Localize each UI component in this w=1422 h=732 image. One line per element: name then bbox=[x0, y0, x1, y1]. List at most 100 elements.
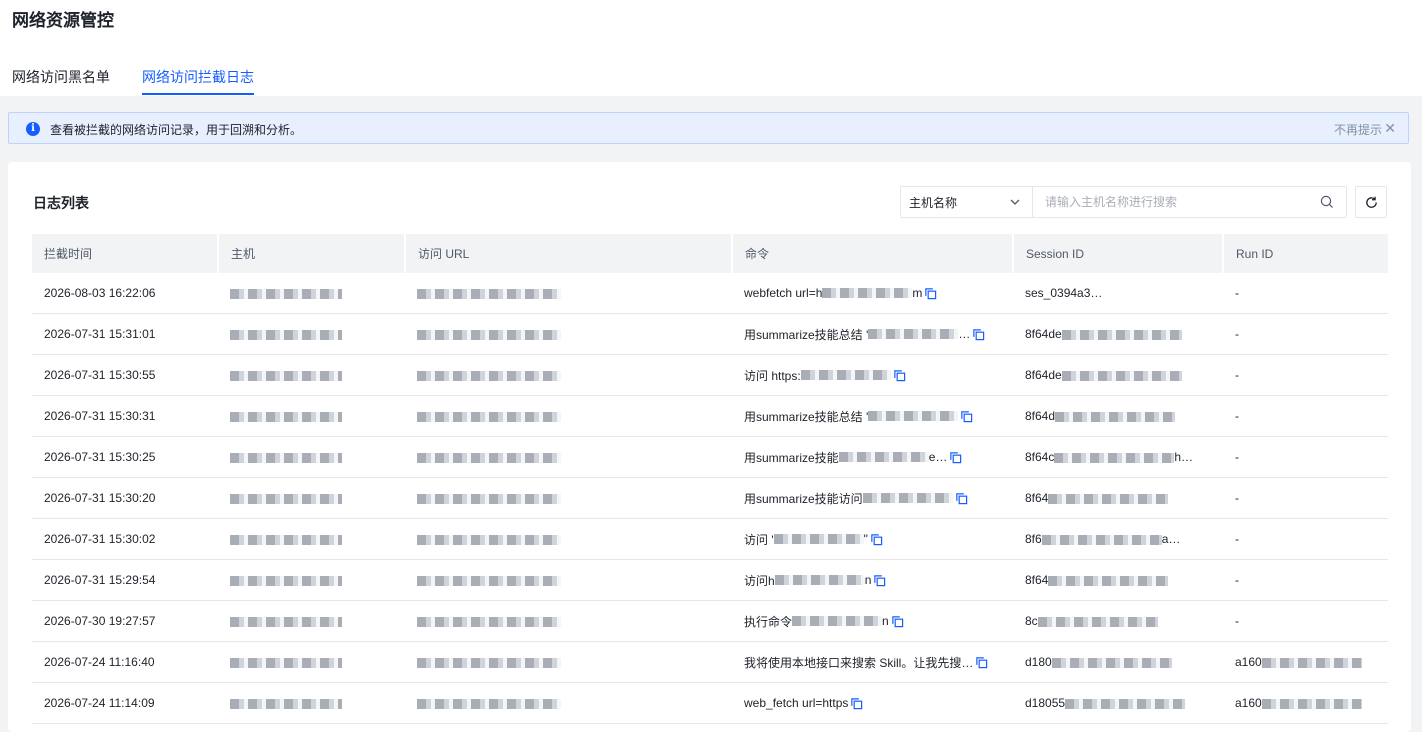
table-row: 2026-07-31 15:30:31 用summarize技能总结 ' 8f64d… bbox=[32, 395, 1388, 437]
dont-show-again-link[interactable]: 不再提示 bbox=[1334, 121, 1382, 138]
redacted-block bbox=[1261, 657, 1362, 668]
command-text: 访问 https: bbox=[744, 368, 801, 383]
command-cell: 访问h n bbox=[732, 559, 1013, 601]
run-id-text: - bbox=[1235, 286, 1239, 300]
command-cell: webfetch url=h m bbox=[732, 273, 1013, 314]
copy-icon[interactable] bbox=[893, 369, 906, 382]
copy-icon[interactable] bbox=[960, 410, 973, 423]
redacted-block bbox=[1037, 616, 1158, 627]
table-row: 2026-07-31 15:29:54 访问h n 8f64 - bbox=[32, 559, 1388, 601]
copy-icon[interactable] bbox=[924, 287, 937, 300]
column-header: Run ID bbox=[1223, 234, 1388, 273]
search-field-value: 主机名称 bbox=[909, 196, 958, 210]
redacted-block bbox=[417, 534, 561, 545]
host-cell bbox=[218, 600, 405, 642]
redacted-block bbox=[230, 657, 342, 668]
command-cell: 访问 https: bbox=[732, 354, 1013, 396]
run-id-text: - bbox=[1235, 450, 1239, 464]
session-id-tail: a… bbox=[1161, 532, 1181, 546]
card-title: 日志列表 bbox=[33, 195, 89, 211]
redacted-block bbox=[773, 534, 864, 544]
search-group: 主机名称 bbox=[900, 186, 1347, 218]
command-tail: e… bbox=[928, 450, 948, 464]
command-text: 用summarize技能 bbox=[744, 450, 839, 465]
column-header: Session ID bbox=[1013, 234, 1224, 273]
copy-icon[interactable] bbox=[870, 533, 883, 546]
refresh-button[interactable] bbox=[1355, 186, 1387, 218]
session-id-text: 8f64de bbox=[1025, 368, 1062, 382]
redacted-block bbox=[417, 329, 561, 340]
intercept-log-table: 拦截时间 主机 访问 URL 命令 Session ID Run ID 2026… bbox=[32, 234, 1388, 724]
session-id-cell: d18055 bbox=[1013, 682, 1223, 724]
copy-icon[interactable] bbox=[891, 615, 904, 628]
copy-icon[interactable] bbox=[949, 451, 962, 464]
command-text: 用summarize技能总结 ' bbox=[744, 409, 869, 424]
session-id-text: 8f6 bbox=[1025, 532, 1042, 546]
table-row: 2026-07-31 15:30:55 访问 https: 8f64de - bbox=[32, 354, 1388, 396]
command-text: 访问h bbox=[744, 573, 775, 588]
redacted-block bbox=[417, 370, 561, 381]
session-id-cell: 8f64c h… bbox=[1013, 436, 1223, 478]
session-id-text: 8f64c bbox=[1025, 450, 1055, 464]
copy-icon[interactable] bbox=[975, 656, 988, 669]
table-row: 2026-07-31 15:30:02 访问 ' " 8f6 a… - bbox=[32, 518, 1388, 560]
run-id-cell: a160 bbox=[1223, 641, 1388, 683]
command-cell: 我将使用本地接口来搜索 Skill。让我先搜… bbox=[732, 641, 1013, 683]
search-field-select[interactable]: 主机名称 bbox=[901, 187, 1033, 217]
command-cell: 用summarize技能访问 bbox=[732, 477, 1013, 519]
redacted-block bbox=[417, 698, 561, 709]
copy-icon[interactable] bbox=[955, 492, 968, 505]
log-list-card: 日志列表 主机名称 拦截时间 主机 访问 URL 命令 bbox=[8, 162, 1411, 732]
host-cell bbox=[218, 682, 405, 724]
command-cell: 用summarize技能总结 '… bbox=[732, 313, 1013, 355]
intercept-time-cell: 2026-07-24 11:16:40 bbox=[32, 641, 218, 683]
run-id-text: a160 bbox=[1235, 655, 1262, 669]
run-id-text: - bbox=[1235, 409, 1239, 423]
copy-icon[interactable] bbox=[972, 328, 985, 341]
url-cell bbox=[405, 395, 732, 437]
session-id-text: 8f64 bbox=[1025, 491, 1049, 505]
redacted-block bbox=[417, 493, 561, 504]
host-cell bbox=[218, 559, 405, 601]
redacted-block bbox=[822, 288, 913, 298]
redacted-block bbox=[868, 329, 959, 339]
url-cell bbox=[405, 477, 732, 519]
redacted-block bbox=[417, 575, 561, 586]
run-id-text: - bbox=[1235, 532, 1239, 546]
command-cell: 访问 ' " bbox=[732, 518, 1013, 560]
run-id-cell: - bbox=[1223, 600, 1388, 642]
command-text: webfetch url=h bbox=[744, 286, 823, 300]
search-icon[interactable] bbox=[1320, 195, 1334, 214]
url-cell bbox=[405, 559, 732, 601]
column-header: 访问 URL bbox=[405, 234, 733, 273]
url-cell bbox=[405, 518, 732, 560]
command-tail: n bbox=[882, 614, 889, 628]
page-header: 网络资源管控 网络访问黑名单 网络访问拦截日志 bbox=[0, 0, 1422, 96]
session-id-text: d180 bbox=[1025, 655, 1052, 669]
close-icon[interactable]: ✕ bbox=[1384, 120, 1396, 136]
table-row: 2026-07-24 11:14:09 web_fetch url=https d1… bbox=[32, 682, 1388, 724]
tab-intercept-log[interactable]: 网络访问拦截日志 bbox=[142, 67, 254, 87]
redacted-block bbox=[1048, 575, 1169, 586]
redacted-block bbox=[1041, 534, 1162, 545]
redacted-block bbox=[417, 657, 561, 668]
redacted-block bbox=[417, 616, 561, 627]
column-header: 拦截时间 bbox=[32, 234, 219, 273]
redacted-block bbox=[774, 575, 865, 585]
intercept-time-cell: 2026-07-31 15:30:20 bbox=[32, 477, 218, 519]
search-input[interactable] bbox=[1033, 187, 1325, 217]
intercept-time-cell: 2026-07-24 11:14:09 bbox=[32, 682, 218, 724]
run-id-cell: - bbox=[1223, 395, 1388, 437]
session-id-text: d18055 bbox=[1025, 696, 1066, 710]
copy-icon[interactable] bbox=[873, 574, 886, 587]
session-id-text: 8c bbox=[1025, 614, 1038, 628]
tab-blacklist[interactable]: 网络访问黑名单 bbox=[12, 67, 110, 87]
host-cell bbox=[218, 641, 405, 683]
copy-icon[interactable] bbox=[850, 697, 863, 710]
run-id-text: - bbox=[1235, 327, 1239, 341]
table-row: 2026-07-31 15:30:20 用summarize技能访问 8f64 - bbox=[32, 477, 1388, 519]
host-cell bbox=[218, 518, 405, 560]
host-cell bbox=[218, 273, 405, 314]
session-id-cell: 8f6 a… bbox=[1013, 518, 1223, 560]
host-cell bbox=[218, 436, 405, 478]
